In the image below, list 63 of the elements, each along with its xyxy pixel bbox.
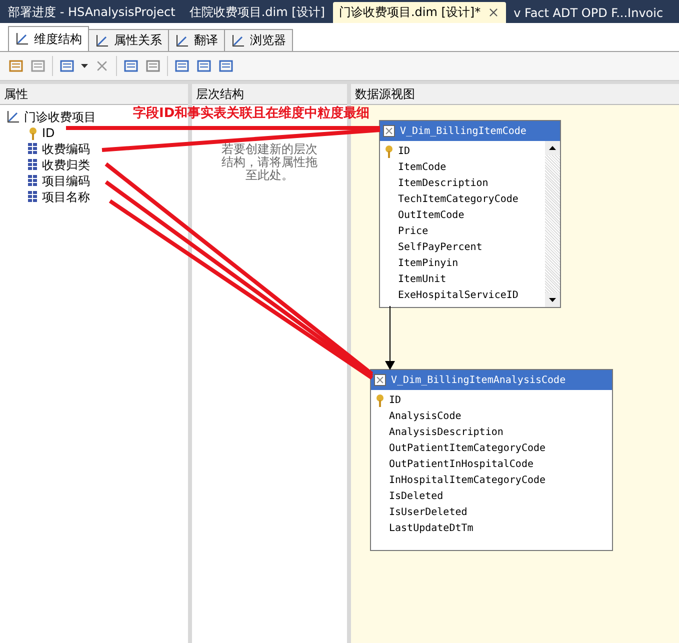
attribute-icon <box>28 191 38 203</box>
column-name: ItemPinyin <box>397 256 460 270</box>
table-title: V_Dim_BillingItemCode <box>380 121 560 141</box>
column-name: ID <box>380 143 545 159</box>
diagram-icon <box>231 34 245 48</box>
scroll-down-icon[interactable] <box>545 293 560 307</box>
column-name: ItemDescription <box>397 176 490 190</box>
designer-tab[interactable]: 维度结构 <box>8 26 89 51</box>
column-name: TechItemCategoryCode <box>397 192 520 206</box>
column-name: Price <box>397 224 430 238</box>
attribute-icon <box>28 143 38 155</box>
column-name: InHospitalItemCategoryCode <box>388 474 547 488</box>
attribute-item[interactable]: 收费归类 <box>42 156 90 174</box>
table-icon <box>374 374 386 386</box>
diagram-icon <box>6 110 20 124</box>
table-node[interactable]: V_Dim_BillingItemCode ID ItemCode ItemDescription TechItemCategoryCode OutItemCode Price SelfPayPercent ItemPinyin ItemUnit ExeHospitalServiceID <box>379 120 561 308</box>
diagram-icon <box>15 32 29 46</box>
column-name: OutPatientItemCategoryCode <box>388 442 547 456</box>
designer-tab[interactable]: 属性关系 <box>88 29 169 51</box>
table-node[interactable]: V_Dim_BillingItemAnalysisCode ID AnalysisCode AnalysisDescription OutPatientItemCategoryCode OutPatientInHospitalCode InHospitalItemCategoryCode IsDeleted IsUserDeleted LastUpdateDtTm <box>370 369 613 551</box>
relationship-arrow <box>385 306 395 370</box>
close-icon[interactable] <box>486 6 500 19</box>
attribute-item[interactable]: 收费编码 <box>42 140 90 158</box>
attribute-icon <box>28 159 38 171</box>
dropdown-icon[interactable] <box>81 64 88 68</box>
key-icon <box>384 144 394 158</box>
pane-header: 层次结构 <box>192 84 347 105</box>
column-name: AnalysisDescription <box>388 426 504 440</box>
diagram-icon <box>175 34 189 48</box>
attribute-item[interactable]: ID <box>42 126 55 140</box>
list-icon[interactable] <box>59 58 75 74</box>
column-name: OutItemCode <box>397 208 466 222</box>
column-name: IsDeleted <box>388 490 444 504</box>
document-tab[interactable]: 住院收费项目.dim [设计] <box>183 2 331 23</box>
column-name: ItemCode <box>397 160 448 174</box>
key-icon <box>375 394 385 406</box>
key-icon <box>28 126 38 140</box>
document-tab[interactable]: 部署进度 - HSAnalysisProject <box>2 2 182 23</box>
document-tab[interactable]: v Fact ADT OPD F...Invoic <box>508 2 670 23</box>
column-name: OutPatientInHospitalCode <box>388 458 534 472</box>
column-name: SelfPayPercent <box>397 240 484 254</box>
column-name: AnalysisCode <box>388 410 462 424</box>
table-icon <box>383 125 395 137</box>
dimension-name[interactable]: 门诊收费项目 <box>24 108 96 126</box>
column-name: LastUpdateDtTm <box>388 522 474 536</box>
pane-header: 数据源视图 <box>351 84 679 105</box>
pane-header: 属性 <box>0 84 188 105</box>
column-name: IsUserDeleted <box>388 506 468 520</box>
annotation-text: 字段ID和事实表关联且在维度中粒度最细 <box>133 104 370 122</box>
diagram-icon <box>95 34 109 48</box>
document-tab[interactable]: 门诊收费项目.dim [设计]* <box>332 2 506 23</box>
table-title: V_Dim_BillingItemAnalysisCode <box>371 370 612 390</box>
designer-tab[interactable]: 翻译 <box>168 29 225 51</box>
scrollbar[interactable] <box>545 141 560 307</box>
drop-hint: 若要创建新的层次结构，请将属性拖至此处。 <box>220 143 318 182</box>
scroll-up-icon[interactable] <box>545 141 560 155</box>
attribute-icon <box>28 175 38 187</box>
attribute-item[interactable]: 项目编码 <box>42 172 90 190</box>
column-name: ExeHospitalServiceID <box>397 288 520 302</box>
column-name: ID <box>371 392 612 408</box>
attribute-item[interactable]: 项目名称 <box>42 188 90 206</box>
designer-tab[interactable]: 浏览器 <box>224 29 293 51</box>
column-name: ItemUnit <box>397 272 448 286</box>
